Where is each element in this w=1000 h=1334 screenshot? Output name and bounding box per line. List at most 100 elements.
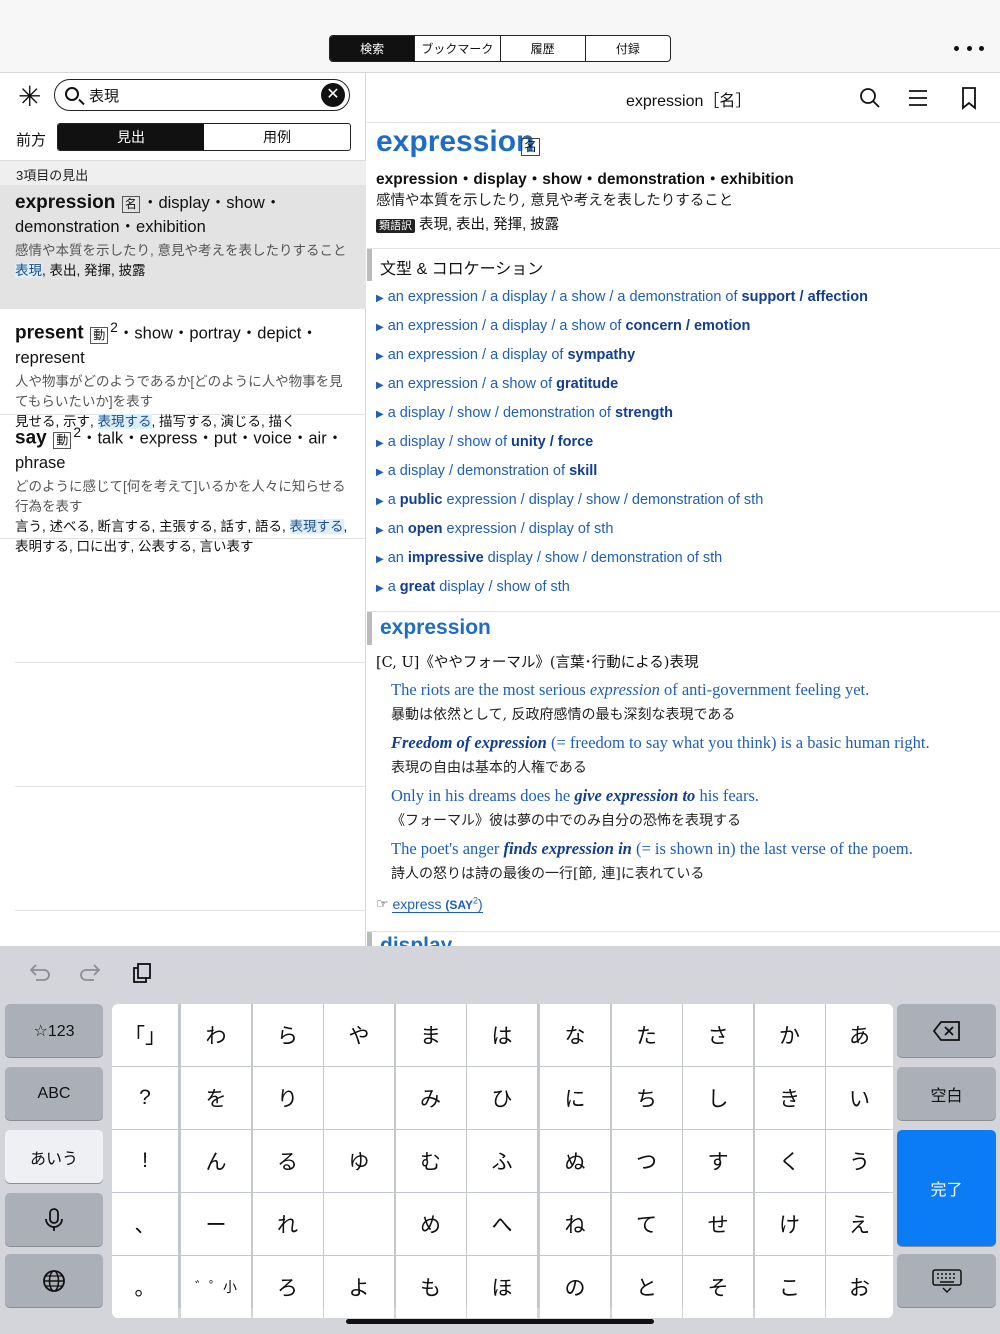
paste-icon[interactable] <box>129 960 155 986</box>
kana-key[interactable]: ん <box>181 1130 251 1192</box>
collocation-item[interactable]: ▶ a display / show / demonstration of str… <box>376 405 673 421</box>
sense-section-header: expression <box>367 611 1000 645</box>
kana-key[interactable]: ! <box>112 1130 178 1192</box>
kana-key[interactable]: な <box>540 1004 610 1066</box>
search-input[interactable] <box>89 84 309 106</box>
kana-key[interactable]: や <box>324 1004 394 1066</box>
kana-key[interactable]: け <box>754 1193 825 1255</box>
collocation-item[interactable]: ▶ an open expression / display of sth <box>376 521 613 537</box>
collocation-item[interactable]: ▶ an expression / a display / a show / a … <box>376 289 868 305</box>
result-item[interactable]: present 動 2・show・portray・depict・represent… <box>0 310 366 429</box>
result-translations: 言う, 述べる, 断言する, 主張する, 話す, 語る, 表現する, 表明する,… <box>15 518 348 554</box>
kana-key[interactable]: 、 <box>112 1193 178 1255</box>
tab-appendix[interactable]: 付録 <box>584 36 670 61</box>
entry-synonyms: expression・display・show・demonstration・ex… <box>376 171 794 188</box>
kana-key[interactable]: た <box>611 1004 682 1066</box>
kana-key[interactable]: を <box>181 1067 251 1129</box>
kana-key[interactable]: ー <box>181 1193 251 1255</box>
result-item[interactable]: expression 名・display・show・demonstration・… <box>0 185 366 309</box>
microphone-key[interactable] <box>5 1193 103 1246</box>
kana-key[interactable]: せ <box>683 1193 753 1255</box>
kana-key[interactable]: ふ <box>467 1130 537 1192</box>
kana-key[interactable]: し <box>683 1067 753 1129</box>
kana-key[interactable]: そ <box>683 1256 753 1318</box>
kana-key[interactable]: み <box>395 1067 466 1129</box>
collocation-item[interactable]: ▶ an expression / a display / a show of c… <box>376 318 750 334</box>
kana-key[interactable]: も <box>395 1256 466 1318</box>
kana-key[interactable]: へ <box>467 1193 537 1255</box>
kana-key[interactable]: ら <box>252 1004 323 1066</box>
kana-key[interactable]: て <box>611 1193 682 1255</box>
kana-key[interactable]: あ <box>826 1004 893 1066</box>
collocation-item[interactable]: ▶ a display / show of unity / force <box>376 434 593 450</box>
result-item[interactable]: say 動 2・talk・express・put・voice・air・phrase… <box>0 415 366 554</box>
mode-headword[interactable]: 見出 <box>58 124 204 150</box>
kana-key[interactable]: ち <box>611 1067 682 1129</box>
kana-key[interactable]: の <box>540 1256 610 1318</box>
kana-key[interactable]: さ <box>683 1004 753 1066</box>
cross-reference-link[interactable]: ☞ express (SAY2) <box>376 895 483 913</box>
kana-key[interactable]: ね <box>540 1193 610 1255</box>
undo-icon[interactable] <box>26 960 52 986</box>
done-key[interactable]: 完了 <box>897 1130 996 1246</box>
collocation-item[interactable]: ▶ an expression / a show of gratitude <box>376 376 618 392</box>
kana-key[interactable] <box>324 1067 394 1129</box>
kana-key[interactable]: わ <box>181 1004 251 1066</box>
kana-key[interactable]: つ <box>611 1130 682 1192</box>
kana-key[interactable]: う <box>826 1130 893 1192</box>
kana-key[interactable]: 「」 <box>112 1004 178 1066</box>
collocation-item[interactable]: ▶ an impressive display / show / demonstr… <box>376 550 722 566</box>
tab-search[interactable]: 検索 <box>330 36 415 61</box>
kana-key[interactable]: る <box>252 1130 323 1192</box>
kana-key[interactable]: ひ <box>467 1067 537 1129</box>
tab-history[interactable]: 履歴 <box>499 36 585 61</box>
collocation-item[interactable]: ▶ an expression / a display of sympathy <box>376 347 635 363</box>
kana-key-grid: 「」わらやまはなたさかあ? をり みひにちしきい! んるゆむふぬつすくう、ーれ めへねて… <box>112 1004 893 1318</box>
bookmark-icon[interactable] <box>956 85 982 111</box>
numeric-mode-key[interactable]: ☆123 <box>5 1004 103 1057</box>
kana-key[interactable]: め <box>395 1193 466 1255</box>
kana-key[interactable]: に <box>540 1067 610 1129</box>
kana-key[interactable]: り <box>252 1067 323 1129</box>
mode-examples[interactable]: 用例 <box>204 124 350 150</box>
kana-key[interactable]: 。 <box>112 1256 178 1318</box>
collocation-item[interactable]: ▶ a public expression / display / show / … <box>376 492 763 508</box>
kana-key[interactable]: こ <box>754 1256 825 1318</box>
kana-key[interactable]: す <box>683 1130 753 1192</box>
kana-mode-key[interactable]: あいう <box>5 1130 103 1183</box>
space-key[interactable]: 空白 <box>897 1067 996 1120</box>
kana-key[interactable]: ? <box>112 1067 178 1129</box>
kana-key[interactable]: く <box>754 1130 825 1192</box>
tab-bookmarks[interactable]: ブックマーク <box>414 36 499 61</box>
kana-key[interactable]: と <box>611 1256 682 1318</box>
collocation-item[interactable]: ▶ a display / demonstration of skill <box>376 463 597 479</box>
search-icon[interactable] <box>857 85 883 111</box>
synonym-translation-tag: 類語訳 <box>376 219 415 233</box>
wildcard-asterisk-icon[interactable]: ✳ <box>18 83 41 111</box>
collocation-item[interactable]: ▶ a great display / show of sth <box>376 579 570 595</box>
kana-key[interactable]: ま <box>395 1004 466 1066</box>
kana-key[interactable]: き <box>754 1067 825 1129</box>
menu-icon[interactable] <box>905 85 931 111</box>
kana-key[interactable]: え <box>826 1193 893 1255</box>
clear-search-icon[interactable]: ✕ <box>321 83 345 107</box>
kana-key[interactable]: い <box>826 1067 893 1129</box>
kana-key[interactable]: よ <box>324 1256 394 1318</box>
redo-icon[interactable] <box>78 960 104 986</box>
kana-key[interactable]: は <box>467 1004 537 1066</box>
more-options-icon[interactable] <box>954 38 984 58</box>
kana-key[interactable]: れ <box>252 1193 323 1255</box>
kana-key[interactable] <box>324 1193 394 1255</box>
backspace-key[interactable] <box>897 1004 996 1057</box>
kana-key[interactable]: む <box>395 1130 466 1192</box>
globe-key[interactable] <box>5 1254 103 1307</box>
hide-keyboard-key[interactable] <box>897 1254 996 1307</box>
kana-key[interactable]: ゆ <box>324 1130 394 1192</box>
kana-key[interactable]: ぬ <box>540 1130 610 1192</box>
abc-mode-key[interactable]: ABC <box>5 1067 103 1120</box>
kana-key[interactable]: ゛゜小 <box>181 1256 251 1318</box>
kana-key[interactable]: ろ <box>252 1256 323 1318</box>
kana-key[interactable]: か <box>754 1004 825 1066</box>
kana-key[interactable]: お <box>826 1256 893 1318</box>
kana-key[interactable]: ほ <box>467 1256 537 1318</box>
